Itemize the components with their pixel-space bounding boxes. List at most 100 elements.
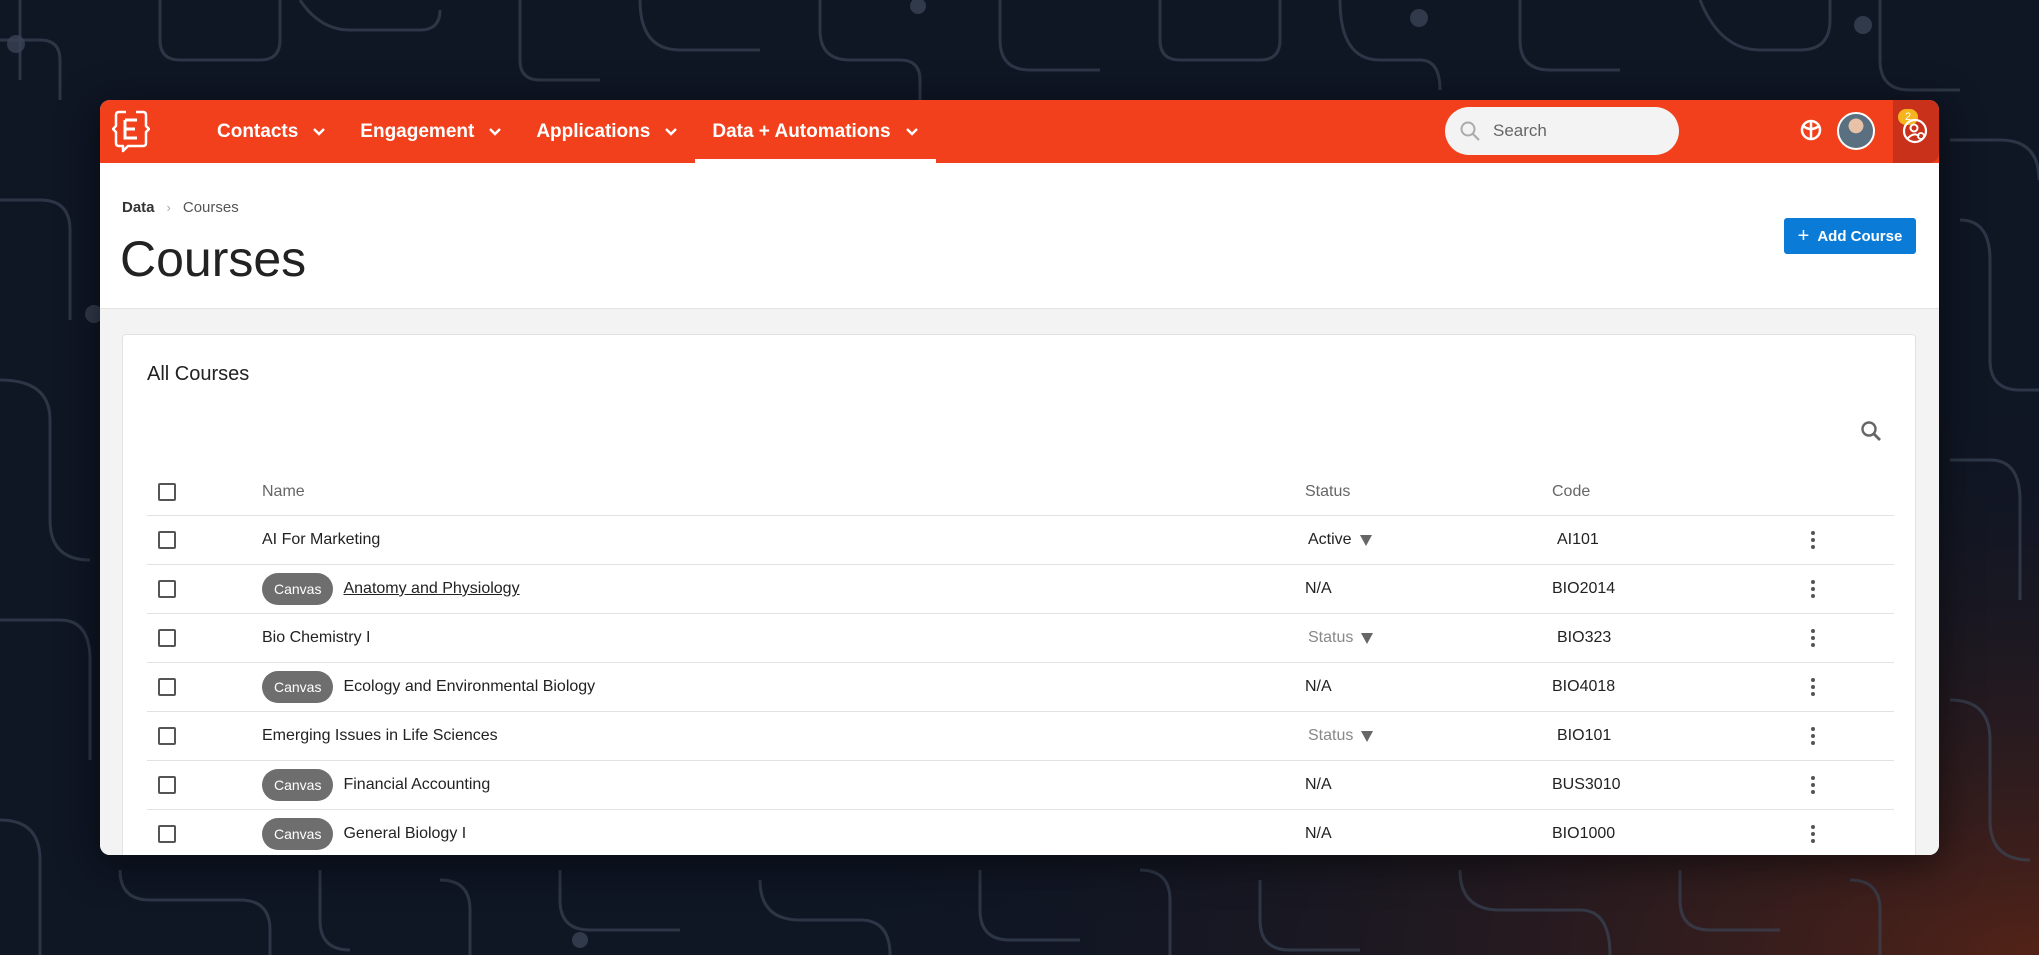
nav-engagement[interactable]: Engagement <box>343 100 519 163</box>
row-checkbox[interactable] <box>158 580 176 598</box>
chat-icon[interactable] <box>1797 117 1825 145</box>
course-code: BIO101 <box>1557 727 1612 744</box>
row-actions-icon[interactable] <box>1808 677 1818 697</box>
course-name[interactable]: Emerging Issues in Life Sciences <box>262 727 498 745</box>
table-row: Canvas Financial Accounting N/A BUS3010 <box>147 761 1894 810</box>
course-name[interactable]: Financial Accounting <box>343 776 490 794</box>
page-title: Courses <box>120 231 307 287</box>
status-dropdown[interactable]: Active <box>1308 531 1372 549</box>
row-actions-icon[interactable] <box>1808 628 1818 648</box>
course-code: BIO1000 <box>1552 825 1616 842</box>
row-actions-icon[interactable] <box>1808 775 1818 795</box>
course-code: BIO323 <box>1557 629 1612 646</box>
select-all-checkbox[interactable] <box>158 483 176 501</box>
nav-applications-label: Applications <box>536 120 651 142</box>
row-checkbox[interactable] <box>158 629 176 647</box>
canvas-tag: Canvas <box>262 818 334 850</box>
status-dropdown-value: Active <box>1308 531 1352 548</box>
nav-contacts-label: Contacts <box>217 120 299 142</box>
status-text: N/A <box>1305 776 1332 793</box>
course-name[interactable]: AI For Marketing <box>262 531 380 549</box>
course-name-cell: Canvas Ecology and Environmental Biology <box>262 671 595 703</box>
card-title: All Courses <box>147 363 250 385</box>
row-checkbox[interactable] <box>158 727 176 745</box>
nav-data-automations[interactable]: Data + Automations <box>695 100 936 163</box>
status-cell: N/A <box>1305 825 1332 843</box>
course-name-cell: AI For Marketing <box>262 531 380 549</box>
table-row: Canvas Ecology and Environmental Biology N… <box>147 663 1894 712</box>
course-name-cell: Canvas Financial Accounting <box>262 769 490 801</box>
row-checkbox[interactable] <box>158 825 176 843</box>
status-cell: N/A <box>1305 776 1332 794</box>
course-code: BIO4018 <box>1552 678 1616 695</box>
table-header-row: Name Status Code <box>147 469 1894 516</box>
account-button[interactable]: 2 <box>1893 100 1939 163</box>
nav-data-automations-label: Data + Automations <box>712 120 891 142</box>
search-input[interactable] <box>1493 121 1663 141</box>
row-actions-icon[interactable] <box>1808 579 1818 599</box>
caret-down-icon <box>1361 730 1374 742</box>
page-header: Data › Courses Courses + Add Course <box>100 163 1939 309</box>
breadcrumb-separator-icon: › <box>166 200 171 215</box>
course-name-cell: Bio Chemistry I <box>262 629 370 647</box>
table-row: Emerging Issues in Life Sciences Status BI… <box>147 712 1894 761</box>
course-name[interactable]: Bio Chemistry I <box>262 629 370 647</box>
breadcrumb-current: Courses <box>182 199 239 216</box>
logo-icon[interactable] <box>112 109 150 153</box>
status-cell: N/A <box>1305 580 1332 598</box>
top-navigation-bar: Contacts Engagement Applications Data + … <box>100 100 1939 163</box>
row-checkbox[interactable] <box>158 678 176 696</box>
column-header-name[interactable]: Name <box>262 483 305 501</box>
canvas-tag: Canvas <box>262 573 334 605</box>
nav-contacts[interactable]: Contacts <box>200 100 343 163</box>
status-text: N/A <box>1305 580 1332 597</box>
add-course-label: Add Course <box>1817 227 1903 245</box>
row-checkbox[interactable] <box>158 531 176 549</box>
status-dropdown-value: Status <box>1308 629 1354 646</box>
table-search-icon[interactable] <box>1859 419 1883 443</box>
status-cell: N/A <box>1305 678 1332 696</box>
main-nav: Contacts Engagement Applications Data + … <box>200 100 936 163</box>
row-actions-icon[interactable] <box>1808 530 1818 550</box>
caret-down-icon <box>1361 632 1374 644</box>
chevron-down-icon <box>313 127 326 136</box>
chevron-down-icon <box>665 127 678 136</box>
add-course-button[interactable]: + Add Course <box>1784 218 1916 254</box>
row-actions-icon[interactable] <box>1808 824 1818 844</box>
course-name-cell: Canvas Anatomy and Physiology <box>262 573 520 605</box>
course-name[interactable]: General Biology I <box>343 825 466 843</box>
course-code: AI101 <box>1557 531 1599 548</box>
global-search[interactable] <box>1445 107 1679 155</box>
content-area: All Courses Name Status Code AI For Mark… <box>100 309 1939 855</box>
app-window: Contacts Engagement Applications Data + … <box>100 100 1939 855</box>
canvas-tag: Canvas <box>262 769 334 801</box>
status-dropdown[interactable]: Status <box>1308 727 1374 745</box>
status-text: N/A <box>1305 678 1332 695</box>
avatar[interactable] <box>1837 112 1875 150</box>
breadcrumb-data[interactable]: Data <box>122 199 155 216</box>
status-cell: Status <box>1305 727 1374 745</box>
course-code: BUS3010 <box>1552 776 1621 793</box>
status-cell: Status <box>1305 629 1374 647</box>
nav-engagement-label: Engagement <box>360 120 475 142</box>
canvas-tag: Canvas <box>262 671 334 703</box>
course-name[interactable]: Anatomy and Physiology <box>343 580 519 598</box>
table-row: AI For Marketing Active AI101 <box>147 516 1894 565</box>
table-body: AI For Marketing Active AI101 Canvas Anatomy… <box>147 516 1894 855</box>
status-dropdown-value: Status <box>1308 727 1354 744</box>
courses-table: Name Status Code AI For Marketing Active A… <box>147 469 1894 855</box>
breadcrumb: Data › Courses <box>122 199 239 216</box>
row-checkbox[interactable] <box>158 776 176 794</box>
plus-icon: + <box>1797 224 1810 247</box>
nav-applications[interactable]: Applications <box>519 100 695 163</box>
search-icon <box>1460 121 1480 141</box>
table-row: Canvas General Biology I N/A BIO1000 <box>147 810 1894 855</box>
status-dropdown[interactable]: Status <box>1308 629 1374 647</box>
course-name[interactable]: Ecology and Environmental Biology <box>343 678 595 696</box>
course-code: BIO2014 <box>1552 580 1616 597</box>
row-actions-icon[interactable] <box>1808 726 1818 746</box>
column-header-code[interactable]: Code <box>1552 483 1590 501</box>
column-header-status[interactable]: Status <box>1305 483 1350 501</box>
courses-card: All Courses Name Status Code AI For Mark… <box>122 334 1916 855</box>
chevron-down-icon <box>489 127 502 136</box>
